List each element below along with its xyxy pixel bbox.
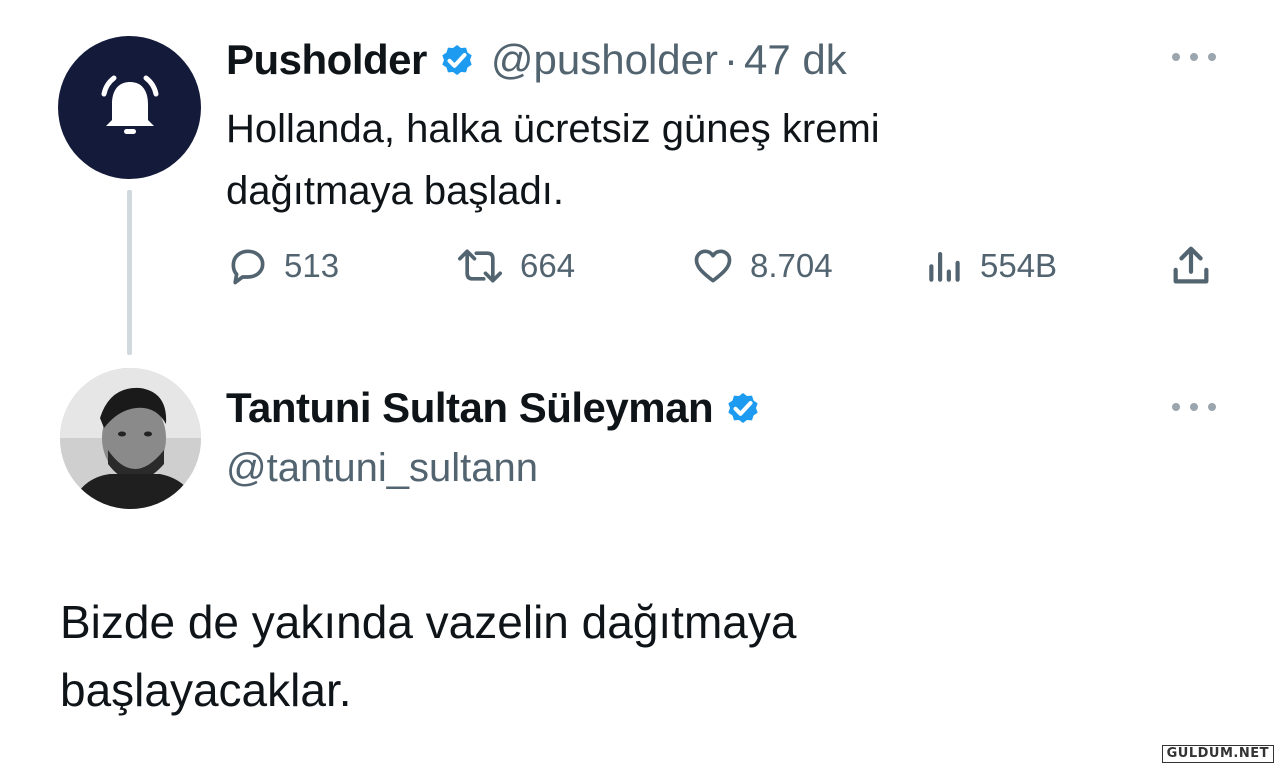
like-count: 8.704 bbox=[750, 247, 833, 284]
tweet1-handle[interactable]: @pusholder bbox=[491, 34, 718, 86]
tweet2-text: Bizde de yakında vazelin dağıtmaya başla… bbox=[60, 588, 1160, 724]
tweet1-header: Pusholder @pusholder · 47 dk bbox=[226, 34, 847, 86]
separator-dot: · bbox=[723, 36, 738, 83]
tweet2-text-line1: Bizde de yakında vazelin dağıtmaya bbox=[60, 596, 797, 648]
tweet2-more-icon[interactable] bbox=[1172, 400, 1216, 414]
retweet-icon bbox=[458, 249, 502, 283]
retweet-count: 664 bbox=[520, 247, 576, 284]
tweet1-more-icon[interactable] bbox=[1172, 50, 1216, 64]
views-button[interactable]: 554B bbox=[924, 240, 1057, 292]
tweet2-handle[interactable]: @tantuni_sultann bbox=[226, 440, 538, 496]
reply-icon bbox=[231, 249, 265, 285]
views-count: 554B bbox=[980, 247, 1058, 284]
views-chart-icon bbox=[929, 252, 960, 282]
like-button[interactable]: 8.704 bbox=[690, 240, 833, 292]
tweet2-text-line2: başlayacaklar. bbox=[60, 664, 352, 716]
tweet1-text-line2: dağıtmaya başladı. bbox=[226, 169, 564, 213]
reply-button[interactable]: 513 bbox=[226, 240, 339, 292]
share-button[interactable] bbox=[1168, 240, 1228, 292]
tweet1-text-line1: Hollanda, halka ücretsiz güneş kremi bbox=[226, 107, 880, 151]
pusholder-avatar[interactable] bbox=[58, 36, 201, 179]
thread-connector-line bbox=[127, 190, 132, 355]
user-photo-avatar bbox=[60, 368, 201, 509]
watermark-logo: GULDUM.NET bbox=[1161, 745, 1274, 763]
tweet2-header: Tantuni Sultan Süleyman bbox=[226, 380, 777, 436]
tweet1-text: Hollanda, halka ücretsiz güneş kremi dağ… bbox=[226, 98, 1126, 222]
tweet1-timestamp[interactable]: 47 dk bbox=[744, 34, 847, 86]
heart-icon bbox=[694, 249, 732, 283]
tweet-thread: Pusholder @pusholder · 47 dk Hollanda, h… bbox=[0, 0, 1280, 769]
tweet1-author-name[interactable]: Pusholder bbox=[226, 34, 427, 86]
retweet-button[interactable]: 664 bbox=[454, 240, 575, 292]
bell-icon bbox=[101, 75, 158, 134]
verified-badge-icon bbox=[437, 40, 477, 80]
tantuni-avatar[interactable] bbox=[60, 368, 201, 509]
verified-badge-icon bbox=[723, 388, 763, 428]
tweet1-action-bar: 513 664 8.704 554B bbox=[226, 240, 1226, 292]
reply-count: 513 bbox=[284, 247, 340, 284]
tweet2-author-name[interactable]: Tantuni Sultan Süleyman bbox=[226, 380, 714, 436]
share-icon bbox=[1173, 246, 1209, 284]
